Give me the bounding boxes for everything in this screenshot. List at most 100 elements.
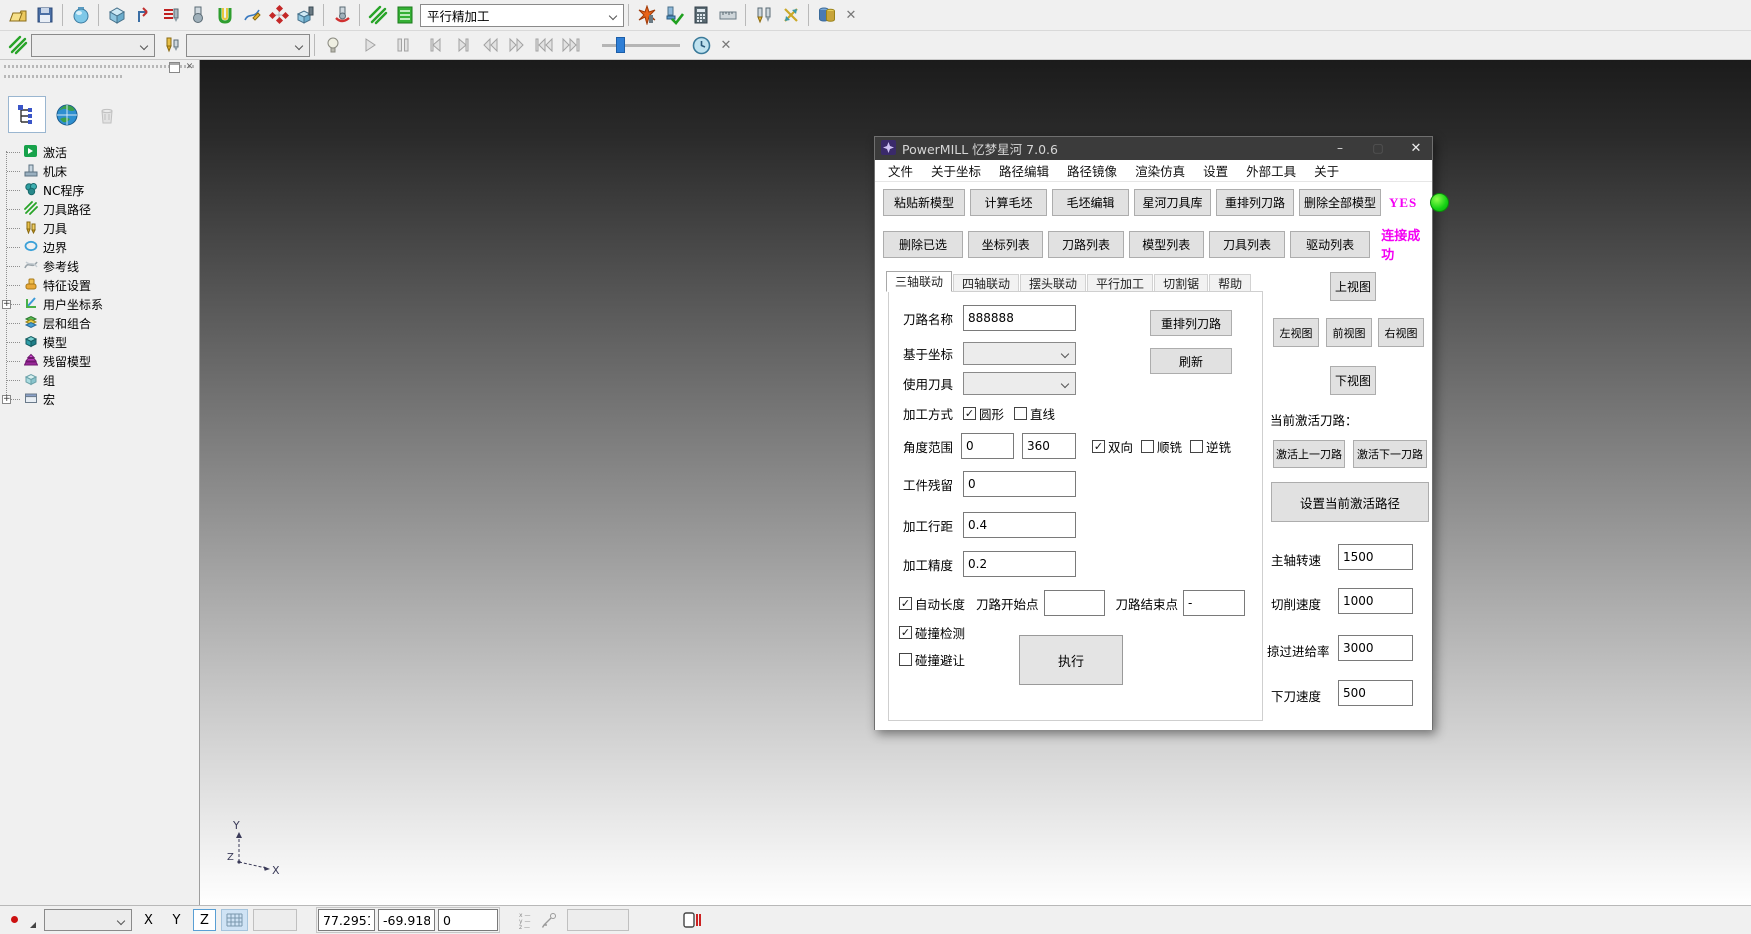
coord-z-field[interactable]: [438, 909, 498, 931]
tolerance-input[interactable]: [963, 551, 1076, 577]
sidebar-item-tools[interactable]: 刀具: [0, 219, 199, 238]
tool-select[interactable]: [963, 372, 1076, 395]
tool-list-button[interactable]: 刀具列表: [1209, 231, 1285, 258]
go-end-icon[interactable]: [557, 32, 584, 58]
clipboard-page-icon[interactable]: [682, 911, 702, 929]
tab-saw[interactable]: 切割锯: [1154, 274, 1208, 292]
auto-length-checkbox[interactable]: ✓: [899, 597, 912, 610]
toolbar-close-icon[interactable]: ✕: [840, 8, 862, 23]
sidebar-item-ucs[interactable]: +用户坐标系: [0, 295, 199, 314]
tool-arc-icon[interactable]: [328, 2, 355, 28]
strategy-list-icon[interactable]: [391, 2, 418, 28]
delete-selected-button[interactable]: 删除已选: [883, 231, 963, 258]
transform-arrows-icon[interactable]: [777, 2, 804, 28]
circular-checkbox[interactable]: ✓: [963, 407, 976, 420]
step-forward-icon[interactable]: [449, 32, 476, 58]
menu-file[interactable]: 文件: [879, 161, 922, 180]
block-tool-icon[interactable]: [292, 2, 319, 28]
activate-next-toolpath-button[interactable]: 激活下一刀路: [1353, 440, 1427, 468]
grid-size-field[interactable]: [253, 909, 297, 931]
sim-tool-dropdown[interactable]: [186, 34, 310, 57]
menu-path-edit[interactable]: 路径编辑: [990, 161, 1058, 180]
pause-icon[interactable]: [389, 32, 416, 58]
sidebar-item-toolpaths[interactable]: 刀具路径: [0, 200, 199, 219]
line-checkbox[interactable]: [1014, 407, 1027, 420]
go-start-icon[interactable]: [530, 32, 557, 58]
fast-forward-icon[interactable]: [503, 32, 530, 58]
execute-button[interactable]: 执行: [1019, 635, 1123, 685]
coordinate-list-button[interactable]: 坐标列表: [968, 231, 1043, 258]
star-tool-icon[interactable]: [633, 2, 660, 28]
end-point-input[interactable]: [1183, 590, 1245, 616]
toolpath-strategy-icon[interactable]: [130, 2, 157, 28]
tab-explorer-tree[interactable]: [8, 96, 46, 133]
menu-about[interactable]: 关于: [1305, 161, 1348, 180]
float-panel-icon[interactable]: [169, 62, 180, 73]
front-view-button[interactable]: 前视图: [1326, 318, 1372, 347]
slider-handle[interactable]: [616, 37, 625, 53]
info-field[interactable]: [567, 909, 629, 931]
sidebar-item-stock-models[interactable]: 残留模型: [0, 352, 199, 371]
dialog-titlebar[interactable]: PowerMILL 忆梦星河 7.0.6 – ▢ ✕: [875, 137, 1432, 160]
conventional-checkbox[interactable]: [1190, 440, 1203, 453]
collision-avoid-checkbox[interactable]: [899, 653, 912, 666]
speed-slider[interactable]: [602, 35, 680, 55]
collision-check-checkbox[interactable]: ✓: [899, 626, 912, 639]
menu-coordinates[interactable]: 关于坐标: [922, 161, 990, 180]
pattern-points-icon[interactable]: [265, 2, 292, 28]
maximize-button[interactable]: ▢: [1362, 137, 1394, 160]
grid-snap-button[interactable]: [221, 909, 248, 931]
sim-toolbar-close-icon[interactable]: ✕: [715, 38, 737, 53]
panel-grip[interactable]: [4, 62, 195, 70]
minimize-button[interactable]: –: [1324, 137, 1356, 160]
sidebar-item-macros[interactable]: +宏: [0, 390, 199, 409]
tab-4axis[interactable]: 四轴联动: [953, 274, 1019, 292]
panel-grip[interactable]: [4, 72, 124, 80]
axis-z-button[interactable]: Z: [193, 909, 216, 931]
xyz-list-icon[interactable]: x —y —z —: [519, 911, 535, 929]
angle-end-input[interactable]: [1022, 433, 1076, 459]
sidebar-item-activate[interactable]: 激活: [0, 143, 199, 162]
play-icon[interactable]: [356, 32, 383, 58]
toolpath-name-input[interactable]: [963, 305, 1076, 331]
probe-icon[interactable]: [540, 911, 558, 929]
activate-prev-toolpath-button[interactable]: 激活上一刀路: [1273, 440, 1345, 468]
close-button[interactable]: ✕: [1400, 137, 1432, 160]
stock-remain-input[interactable]: [963, 471, 1076, 497]
tab-parallel[interactable]: 平行加工: [1087, 274, 1153, 292]
skim-rate-input[interactable]: [1338, 635, 1413, 661]
set-active-path-button[interactable]: 设置当前激活路径: [1271, 482, 1429, 522]
stock-edit-button[interactable]: 毛坯编辑: [1052, 189, 1129, 216]
tab-head[interactable]: 摆头联动: [1020, 274, 1086, 292]
tab-help[interactable]: 帮助: [1209, 274, 1251, 292]
machining-type-dropdown[interactable]: 平行精加工: [420, 4, 624, 27]
left-view-button[interactable]: 左视图: [1273, 318, 1319, 347]
ball-tool-icon[interactable]: [184, 2, 211, 28]
bottom-view-button[interactable]: 下视图: [1330, 366, 1376, 395]
collision-u-icon[interactable]: [211, 2, 238, 28]
stepover-input[interactable]: [963, 512, 1076, 538]
rearrange-toolpaths-button[interactable]: 重排列刀路: [1216, 189, 1294, 216]
sidebar-item-boundary[interactable]: 边界: [0, 238, 199, 257]
light-bulb-icon[interactable]: [319, 32, 346, 58]
save-icon[interactable]: [31, 2, 58, 28]
ruler-icon[interactable]: [714, 2, 741, 28]
climb-checkbox[interactable]: [1141, 440, 1154, 453]
tab-recycle-bin[interactable]: [88, 96, 126, 133]
refresh-button[interactable]: 刷新: [1150, 348, 1232, 374]
delete-all-models-button[interactable]: 删除全部模型: [1299, 189, 1381, 216]
sidebar-item-feature-set[interactable]: 特征设置: [0, 276, 199, 295]
sidebar-item-reference-line[interactable]: 参考线: [0, 257, 199, 276]
marker-tool-button[interactable]: [5, 909, 39, 931]
menu-settings[interactable]: 设置: [1194, 161, 1237, 180]
sidebar-item-machine[interactable]: 机床: [0, 162, 199, 181]
cutting-speed-input[interactable]: [1338, 588, 1413, 614]
expand-toggle[interactable]: +: [2, 300, 11, 309]
open-file-icon[interactable]: [4, 2, 31, 28]
sim-toolpath-dropdown[interactable]: [31, 34, 155, 57]
calc-stock-button[interactable]: 计算毛坯: [970, 189, 1047, 216]
sidebar-item-levels-sets[interactable]: 层和组合: [0, 314, 199, 333]
coord-x-field[interactable]: [318, 909, 375, 931]
tool-library-button[interactable]: 星河刀具库: [1134, 189, 1211, 216]
top-view-button[interactable]: 上视图: [1330, 272, 1376, 301]
